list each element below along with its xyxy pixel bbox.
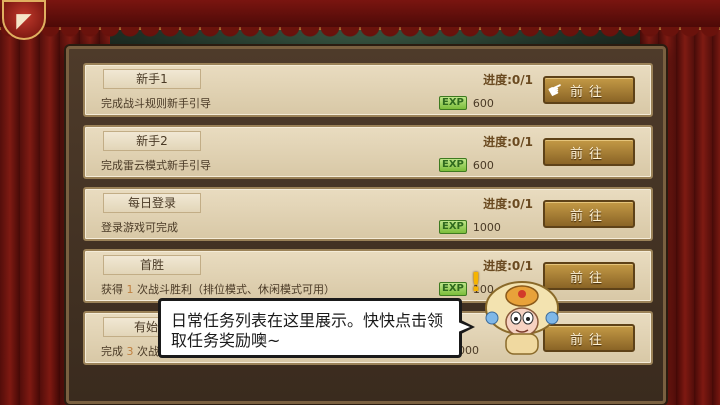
task-description: 完成战斗规则新手引导 [101,97,211,110]
task-title: 每日登录 [103,193,201,213]
exp-icon: EXP [439,282,467,296]
curtain-valance [0,0,720,37]
exp-value: 600 [472,96,494,110]
task-progress: 进度:0/1 [483,197,533,211]
desc-suffix: 次战 [137,345,159,358]
desc-count: 1 [126,283,134,296]
exp-value: 600 [472,158,494,172]
go-button[interactable]: 前往 [543,200,635,228]
task-title: 首胜 [103,255,201,275]
task-row: 首胜 获得 1 次战斗胜利（排位模式、休闲模式可用） 进度:0/1 EXP 10… [83,249,653,303]
exp-reward: EXP 1000 [439,220,501,234]
desc-prefix: 完成 [101,345,123,358]
task-description: 登录游戏可完成 [101,221,178,234]
task-title: 新手1 [103,69,201,89]
exp-reward: EXP 600 [439,158,494,172]
task-progress: 进度:0/1 [483,135,533,149]
task-title: 新手2 [103,131,201,151]
task-description: 完成雷云模式新手引导 [101,159,211,172]
task-row: 新手2 完成雷云模式新手引导 进度:0/1 EXP 600 前往 [83,125,653,179]
task-row: 每日登录 登录游戏可完成 进度:0/1 EXP 1000 前往 [83,187,653,241]
go-button[interactable]: 前往 [543,138,635,166]
tutorial-tip-bubble[interactable]: 日常任务列表在这里展示。快快点击领取任务奖励噢~ [158,298,475,358]
exp-value: 1000 [472,220,501,234]
desc-suffix: 次战斗胜利（排位模式、休闲模式可用） [137,283,335,296]
task-progress: 进度:0/1 [483,73,533,87]
exp-icon: EXP [439,158,467,172]
exp-reward: EXP 600 [439,96,494,110]
desc-prefix: 获得 [101,283,123,296]
task-row: 新手1 完成战斗规则新手引导 进度:0/1 EXP 600 前往 [83,63,653,117]
tip-text: 日常任务列表在这里展示。快快点击领取任务奖励噢~ [171,311,444,350]
exp-icon: EXP [439,96,467,110]
mascot-character-icon [485,281,559,355]
exp-icon: EXP [439,220,467,234]
desc-count: 3 [126,345,134,358]
task-description: 获得 1 次战斗胜利（排位模式、休闲模式可用） [101,281,335,297]
task-description: 完成 3 次战 [101,343,159,359]
